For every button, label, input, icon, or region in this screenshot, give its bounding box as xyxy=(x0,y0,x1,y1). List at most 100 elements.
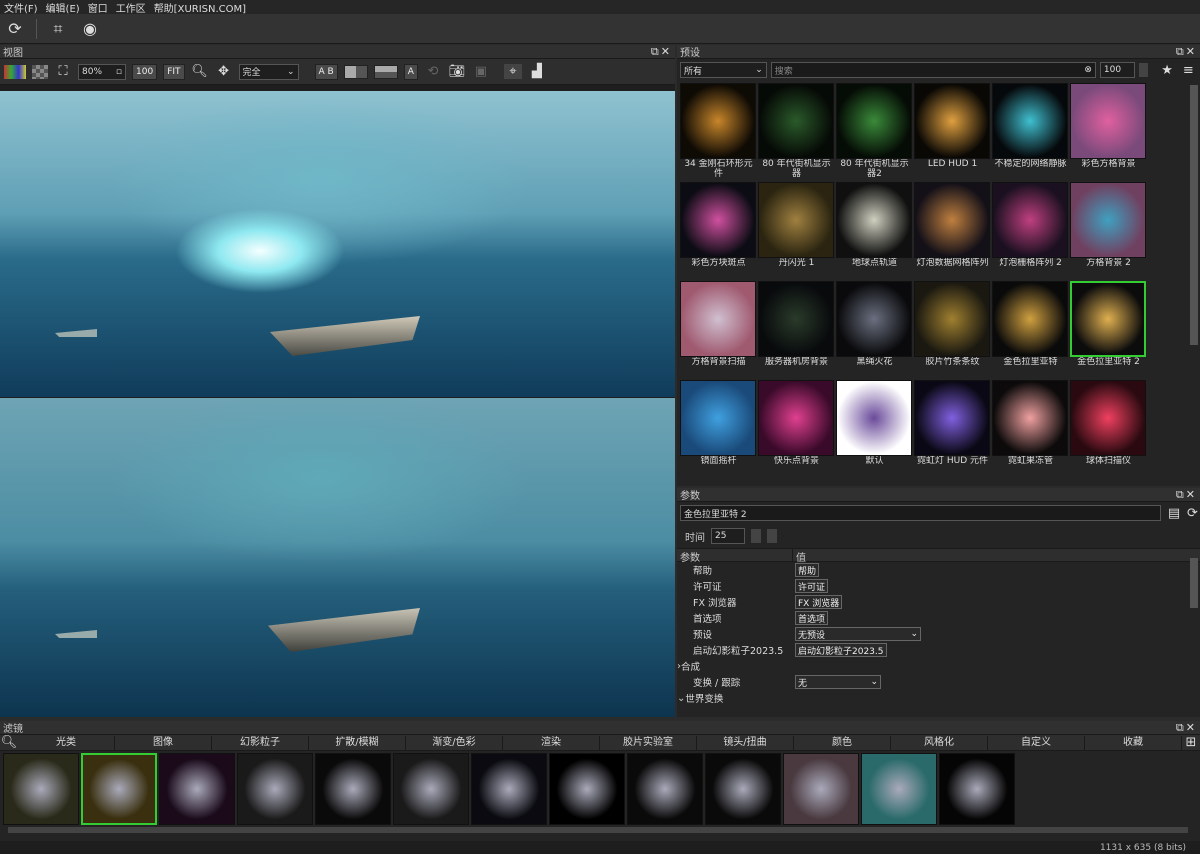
param-select[interactable]: 无预设 ⌄ xyxy=(795,627,921,641)
fullscreen-icon[interactable]: ⛶ xyxy=(54,64,72,79)
filter-thumbnail[interactable] xyxy=(81,753,157,825)
param-button[interactable]: 许可证 xyxy=(795,579,829,593)
filter-tab[interactable]: 渐变/色彩 xyxy=(406,735,503,750)
checker-icon[interactable] xyxy=(32,64,48,79)
menu-item[interactable]: 工作区 xyxy=(116,0,146,15)
param-button[interactable]: 启动幻影粒子2023.5 xyxy=(795,643,887,657)
refresh-icon[interactable]: ⟳ xyxy=(4,18,26,40)
preset-item[interactable]: 霓虹果冻管 xyxy=(992,380,1069,477)
split-vertical-icon[interactable] xyxy=(343,64,368,79)
filter-tab[interactable]: 胶片实验室 xyxy=(600,735,697,750)
size-field[interactable]: 100 xyxy=(1099,62,1135,78)
refresh-icon[interactable]: ⟳ xyxy=(1187,506,1198,521)
monitor-icon[interactable]: ▣ xyxy=(472,64,490,79)
params-scrollbar[interactable] xyxy=(1190,558,1198,608)
preset-item[interactable]: 彩色方块斑点 xyxy=(680,182,757,279)
preset-name-field[interactable]: 金色拉里亚特 2 xyxy=(680,505,1162,521)
filter-thumbnail[interactable] xyxy=(627,753,703,825)
render-icon[interactable]: ◉ xyxy=(79,18,101,40)
preset-item[interactable]: 方格背景 2 xyxy=(1070,182,1147,279)
category-select[interactable]: 所有 ⌄ xyxy=(680,62,767,78)
param-button[interactable]: 帮助 xyxy=(795,563,820,577)
time-step-icon[interactable] xyxy=(767,529,777,543)
filter-thumbnail[interactable] xyxy=(549,753,625,825)
filter-tab[interactable]: 镜头/扭曲 xyxy=(697,735,794,750)
filter-thumbnail[interactable] xyxy=(471,753,547,825)
filter-thumbnail[interactable] xyxy=(159,753,235,825)
search-icon[interactable]: 🔍︎ xyxy=(0,735,18,750)
preset-item[interactable]: 灯泡数据网格阵列 xyxy=(914,182,991,279)
menu-item[interactable]: 帮助[XURISN.COM] xyxy=(154,0,246,15)
preset-item[interactable]: 黑绳火花 xyxy=(836,281,913,378)
preset-item[interactable]: 彩色方格背景 xyxy=(1070,83,1147,180)
param-button[interactable]: 首选项 xyxy=(795,611,829,625)
preset-item[interactable]: 80 年代街机显示器2 xyxy=(836,83,913,180)
filter-thumbnail[interactable] xyxy=(861,753,937,825)
preset-item[interactable]: 灯泡栅格阵列 2 xyxy=(992,182,1069,279)
save-icon[interactable]: ▤ xyxy=(1165,506,1183,521)
preset-item[interactable]: 34 金刚石环形元件 xyxy=(680,83,757,180)
split-horizontal-icon[interactable] xyxy=(373,64,398,79)
zoom-select[interactable]: 80% ▫ xyxy=(78,63,126,80)
target-icon[interactable]: ⌖ xyxy=(503,64,522,79)
filter-thumbnail[interactable] xyxy=(939,753,1015,825)
preset-item[interactable]: 丹闪光 1 xyxy=(758,182,835,279)
filter-thumbnail[interactable] xyxy=(315,753,391,825)
mode-select[interactable]: 完全 ⌄ xyxy=(238,63,299,80)
preset-item[interactable]: 方格背景扫描 xyxy=(680,281,757,378)
fit-button[interactable]: FIT xyxy=(163,63,185,80)
filter-tab[interactable]: 风格化 xyxy=(891,735,988,750)
menu-item[interactable]: 编辑(E) xyxy=(46,0,80,15)
presets-scrollbar[interactable] xyxy=(1190,85,1198,345)
camera-icon[interactable]: 📷︎ xyxy=(448,64,466,79)
crop-icon[interactable]: ⌗ xyxy=(47,18,69,40)
menu-item[interactable]: 窗口 xyxy=(88,0,108,15)
filter-tab[interactable]: 自定义 xyxy=(988,735,1085,750)
filter-thumbnail[interactable] xyxy=(783,753,859,825)
filter-thumbnail[interactable] xyxy=(393,753,469,825)
text-overlay-icon[interactable]: A xyxy=(403,63,418,80)
preset-item[interactable]: 金色拉里亚特 2 xyxy=(1070,281,1147,378)
ab-button[interactable]: A B xyxy=(314,63,338,80)
panel-controls-icon[interactable]: ⧉✕ xyxy=(1176,721,1197,735)
time-spinner[interactable] xyxy=(751,529,761,543)
panel-controls-icon[interactable]: ⧉✕ xyxy=(1176,488,1197,502)
preset-item[interactable]: 球体扫描仪 xyxy=(1070,380,1147,477)
star-icon[interactable]: ★ xyxy=(1158,63,1175,78)
filter-thumbnail[interactable] xyxy=(705,753,781,825)
filter-tab[interactable]: 收藏 xyxy=(1085,735,1182,750)
preset-item[interactable]: 霓虹灯 HUD 元件 xyxy=(914,380,991,477)
search-icon[interactable]: 🔍︎ xyxy=(191,64,209,79)
preset-item[interactable]: 金色拉里亚特 xyxy=(992,281,1069,378)
menu-item[interactable]: 文件(F) xyxy=(4,0,38,15)
preset-item[interactable]: 80 年代街机显示器 xyxy=(758,83,835,180)
move-icon[interactable]: ✥ xyxy=(215,64,233,79)
filter-tab[interactable]: 扩散/模糊 xyxy=(309,735,406,750)
preset-item[interactable]: 服务器机房背景 xyxy=(758,281,835,378)
filters-scrollbar[interactable] xyxy=(8,827,1188,833)
filter-tab[interactable]: 渲染 xyxy=(503,735,600,750)
color-channels-icon[interactable] xyxy=(4,64,26,79)
panel-controls-icon[interactable]: ⧉✕ xyxy=(651,45,672,59)
filter-tab[interactable]: 幻影粒子 xyxy=(212,735,309,750)
sync-icon[interactable]: ⟲ xyxy=(424,64,442,79)
clear-icon[interactable]: ⊗ xyxy=(1084,65,1092,75)
size-spinner[interactable] xyxy=(1138,63,1149,77)
preset-item[interactable]: 胶片竹条条纹 xyxy=(914,281,991,378)
zoom-100-button[interactable]: 100 xyxy=(132,63,158,80)
search-input[interactable]: 搜索 ⊗ xyxy=(770,62,1096,78)
menu-icon[interactable]: ≡ xyxy=(1180,63,1197,78)
preset-item[interactable]: 地球点轨道 xyxy=(836,182,913,279)
filter-tab[interactable]: 光类 xyxy=(18,735,115,750)
param-select[interactable]: 无 ⌄ xyxy=(795,675,881,689)
time-field[interactable]: 25 xyxy=(711,528,745,544)
preset-item[interactable]: LED HUD 1 xyxy=(914,83,991,180)
preset-item[interactable]: 镜面摇杆 xyxy=(680,380,757,477)
param-button[interactable]: FX 浏览器 xyxy=(795,595,843,609)
preset-item[interactable]: 不稳定的网络静脉 xyxy=(992,83,1069,180)
preset-item[interactable]: 快乐点背景 xyxy=(758,380,835,477)
filter-tab[interactable]: 颜色 xyxy=(794,735,891,750)
filter-thumbnail[interactable] xyxy=(237,753,313,825)
panel-controls-icon[interactable]: ⧉✕ xyxy=(1176,45,1197,59)
grid-view-icon[interactable]: ⊞ xyxy=(1182,735,1200,750)
